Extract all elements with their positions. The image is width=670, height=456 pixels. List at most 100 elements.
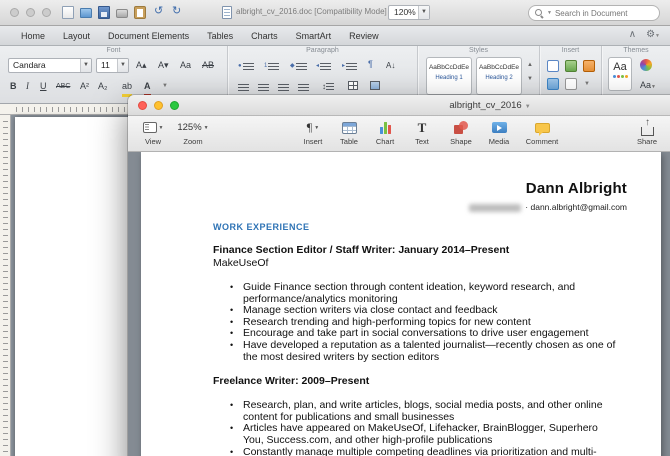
search-field[interactable]: ▼ bbox=[528, 5, 660, 21]
ribbon-tab[interactable]: Charts bbox=[242, 27, 287, 45]
redo-icon[interactable]: ↻ bbox=[172, 5, 181, 18]
style-preview: AaBbCcDdEe bbox=[477, 64, 521, 71]
decrease-indent-button[interactable]: ◂ bbox=[316, 59, 331, 74]
ribbon-tab[interactable]: Document Elements bbox=[99, 27, 198, 45]
subscript-button[interactable]: A₂ bbox=[98, 79, 108, 94]
grow-font-button[interactable]: A▴ bbox=[136, 58, 147, 73]
change-case-button[interactable]: Aa bbox=[180, 58, 191, 73]
shape-button[interactable]: Shape bbox=[446, 119, 476, 146]
theme-colors-icon[interactable] bbox=[640, 59, 652, 76]
superscript-button[interactable]: A² bbox=[80, 79, 89, 94]
collapse-ribbon-icon[interactable]: ∧ bbox=[629, 29, 636, 40]
zoom-value: 120% bbox=[394, 7, 416, 17]
job1-bullet-list: Guide Finance section through content id… bbox=[229, 282, 621, 363]
multilevel-list-button[interactable]: ◆ bbox=[290, 59, 307, 74]
font-group-label: Font bbox=[0, 47, 227, 54]
job1-title: Finance Section Editor / Staff Writer: J… bbox=[213, 244, 627, 256]
style-thumbnail-heading2[interactable]: AaBbCcDdEe Heading 2 bbox=[476, 57, 522, 95]
pages-document-area[interactable]: Dann Albright · dann.albright@gmail.com … bbox=[128, 152, 670, 456]
ribbon-tab[interactable]: Home bbox=[12, 27, 54, 45]
search-input[interactable] bbox=[555, 9, 655, 18]
share-button[interactable]: Share bbox=[630, 119, 664, 146]
share-label: Share bbox=[630, 137, 664, 146]
comment-button[interactable]: Comment bbox=[522, 119, 562, 146]
show-paragraph-marks-button[interactable]: ¶ bbox=[368, 57, 373, 72]
bold-button[interactable]: B bbox=[10, 79, 17, 94]
shrink-font-button[interactable]: A▾ bbox=[158, 58, 169, 73]
vertical-ruler[interactable] bbox=[0, 115, 11, 456]
picture-icon[interactable] bbox=[565, 60, 577, 72]
increase-indent-button[interactable]: ▸ bbox=[342, 59, 357, 74]
style-thumbnail-heading1[interactable]: AaBbCcDdEe Heading 1 bbox=[426, 57, 472, 95]
insert-button[interactable]: ¶▼ Insert bbox=[298, 119, 328, 146]
font-size-combo[interactable]: 11 ▼ bbox=[96, 58, 129, 73]
chart-insert-icon[interactable] bbox=[547, 78, 559, 90]
line-spacing-button[interactable]: ↕ bbox=[322, 79, 334, 94]
highlight-button[interactable]: ab bbox=[122, 79, 132, 97]
media-button[interactable]: Media bbox=[484, 119, 514, 146]
ribbon-tab[interactable]: Review bbox=[340, 27, 388, 45]
pages-window-title: albright_cv_2016▼ bbox=[128, 100, 670, 111]
shading-button[interactable] bbox=[370, 80, 380, 95]
styles-scroll-up-icon[interactable]: ▲ bbox=[527, 58, 533, 73]
pages-titlebar[interactable]: albright_cv_2016▼ bbox=[128, 95, 670, 116]
new-document-icon[interactable] bbox=[62, 6, 74, 19]
shape-icon bbox=[454, 121, 468, 134]
minimize-icon[interactable] bbox=[26, 8, 35, 17]
save-icon[interactable] bbox=[98, 6, 110, 19]
insert-icon: ¶ bbox=[307, 120, 312, 135]
zoom-value: 125% bbox=[177, 122, 201, 133]
ribbon-tab[interactable]: Tables bbox=[198, 27, 242, 45]
shapes-icon[interactable] bbox=[583, 60, 595, 72]
theme-fonts-icon[interactable]: Aa▼ bbox=[640, 78, 656, 95]
bullet-item: Constantly manage multiple competing dea… bbox=[229, 447, 621, 456]
style-name: Heading 1 bbox=[427, 75, 471, 81]
numbered-list-button[interactable]: 1 bbox=[264, 59, 279, 74]
view-button[interactable]: ▼ View bbox=[136, 119, 170, 146]
gear-icon[interactable]: ⚙▼ bbox=[646, 29, 660, 40]
chart-label: Chart bbox=[370, 137, 400, 146]
undo-icon[interactable]: ↺ bbox=[154, 5, 163, 18]
text-box-icon[interactable] bbox=[547, 60, 559, 72]
bullet-list-button[interactable]: ● bbox=[238, 59, 254, 74]
align-left-button[interactable] bbox=[238, 80, 249, 95]
ribbon-tab[interactable]: SmartArt bbox=[287, 27, 341, 45]
justify-button[interactable] bbox=[298, 80, 309, 95]
text-button[interactable]: T Text bbox=[408, 119, 436, 146]
open-icon[interactable] bbox=[80, 8, 92, 18]
paste-icon[interactable] bbox=[134, 6, 146, 19]
font-name-combo[interactable]: Candara ▼ bbox=[8, 58, 92, 73]
zoom-button[interactable]: 125%▼ Zoom bbox=[174, 119, 212, 146]
borders-button[interactable] bbox=[348, 80, 358, 95]
ribbon-tab[interactable]: Layout bbox=[54, 27, 99, 45]
paragraph-group-label: Paragraph bbox=[228, 47, 417, 54]
chevron-down-icon[interactable]: ▼ bbox=[162, 79, 168, 94]
font-name-value: Candara bbox=[13, 60, 46, 70]
title-chevron-icon[interactable]: ▼ bbox=[525, 104, 531, 110]
chevron-down-icon[interactable]: ▼ bbox=[584, 77, 590, 92]
italic-button[interactable]: I bbox=[26, 79, 29, 94]
styles-scroll-down-icon[interactable]: ▼ bbox=[527, 72, 533, 87]
word-titlebar[interactable]: ↺ ↻ albright_cv_2016.doc [Compatibility … bbox=[0, 0, 670, 26]
pages-document-page[interactable]: Dann Albright · dann.albright@gmail.com … bbox=[141, 152, 661, 456]
zoom-control[interactable]: 120% ▼ bbox=[388, 5, 430, 20]
clear-formatting-button[interactable]: AB bbox=[202, 58, 214, 73]
chart-button[interactable]: Chart bbox=[370, 119, 400, 146]
table-button[interactable]: Table bbox=[334, 119, 364, 146]
chart-icon bbox=[380, 121, 391, 134]
search-options-chevron-icon[interactable]: ▼ bbox=[547, 10, 552, 16]
align-center-button[interactable] bbox=[258, 80, 269, 95]
print-icon[interactable] bbox=[116, 9, 128, 18]
table-insert-icon[interactable] bbox=[565, 78, 577, 90]
job2-title: Freelance Writer: 2009–Present bbox=[213, 375, 627, 387]
sort-button[interactable]: A↓ bbox=[386, 58, 395, 73]
document-proxy-icon[interactable] bbox=[222, 6, 232, 19]
underline-button[interactable]: U bbox=[40, 79, 47, 94]
themes-gallery-button[interactable]: Aa bbox=[608, 57, 632, 91]
bullet-item: Have developed a reputation as a talente… bbox=[229, 340, 621, 363]
align-right-button[interactable] bbox=[278, 80, 289, 95]
strikethrough-button[interactable]: ABC bbox=[56, 79, 70, 94]
close-icon[interactable] bbox=[10, 8, 19, 17]
zoom-label: Zoom bbox=[174, 137, 212, 146]
zoom-window-icon[interactable] bbox=[42, 8, 51, 17]
